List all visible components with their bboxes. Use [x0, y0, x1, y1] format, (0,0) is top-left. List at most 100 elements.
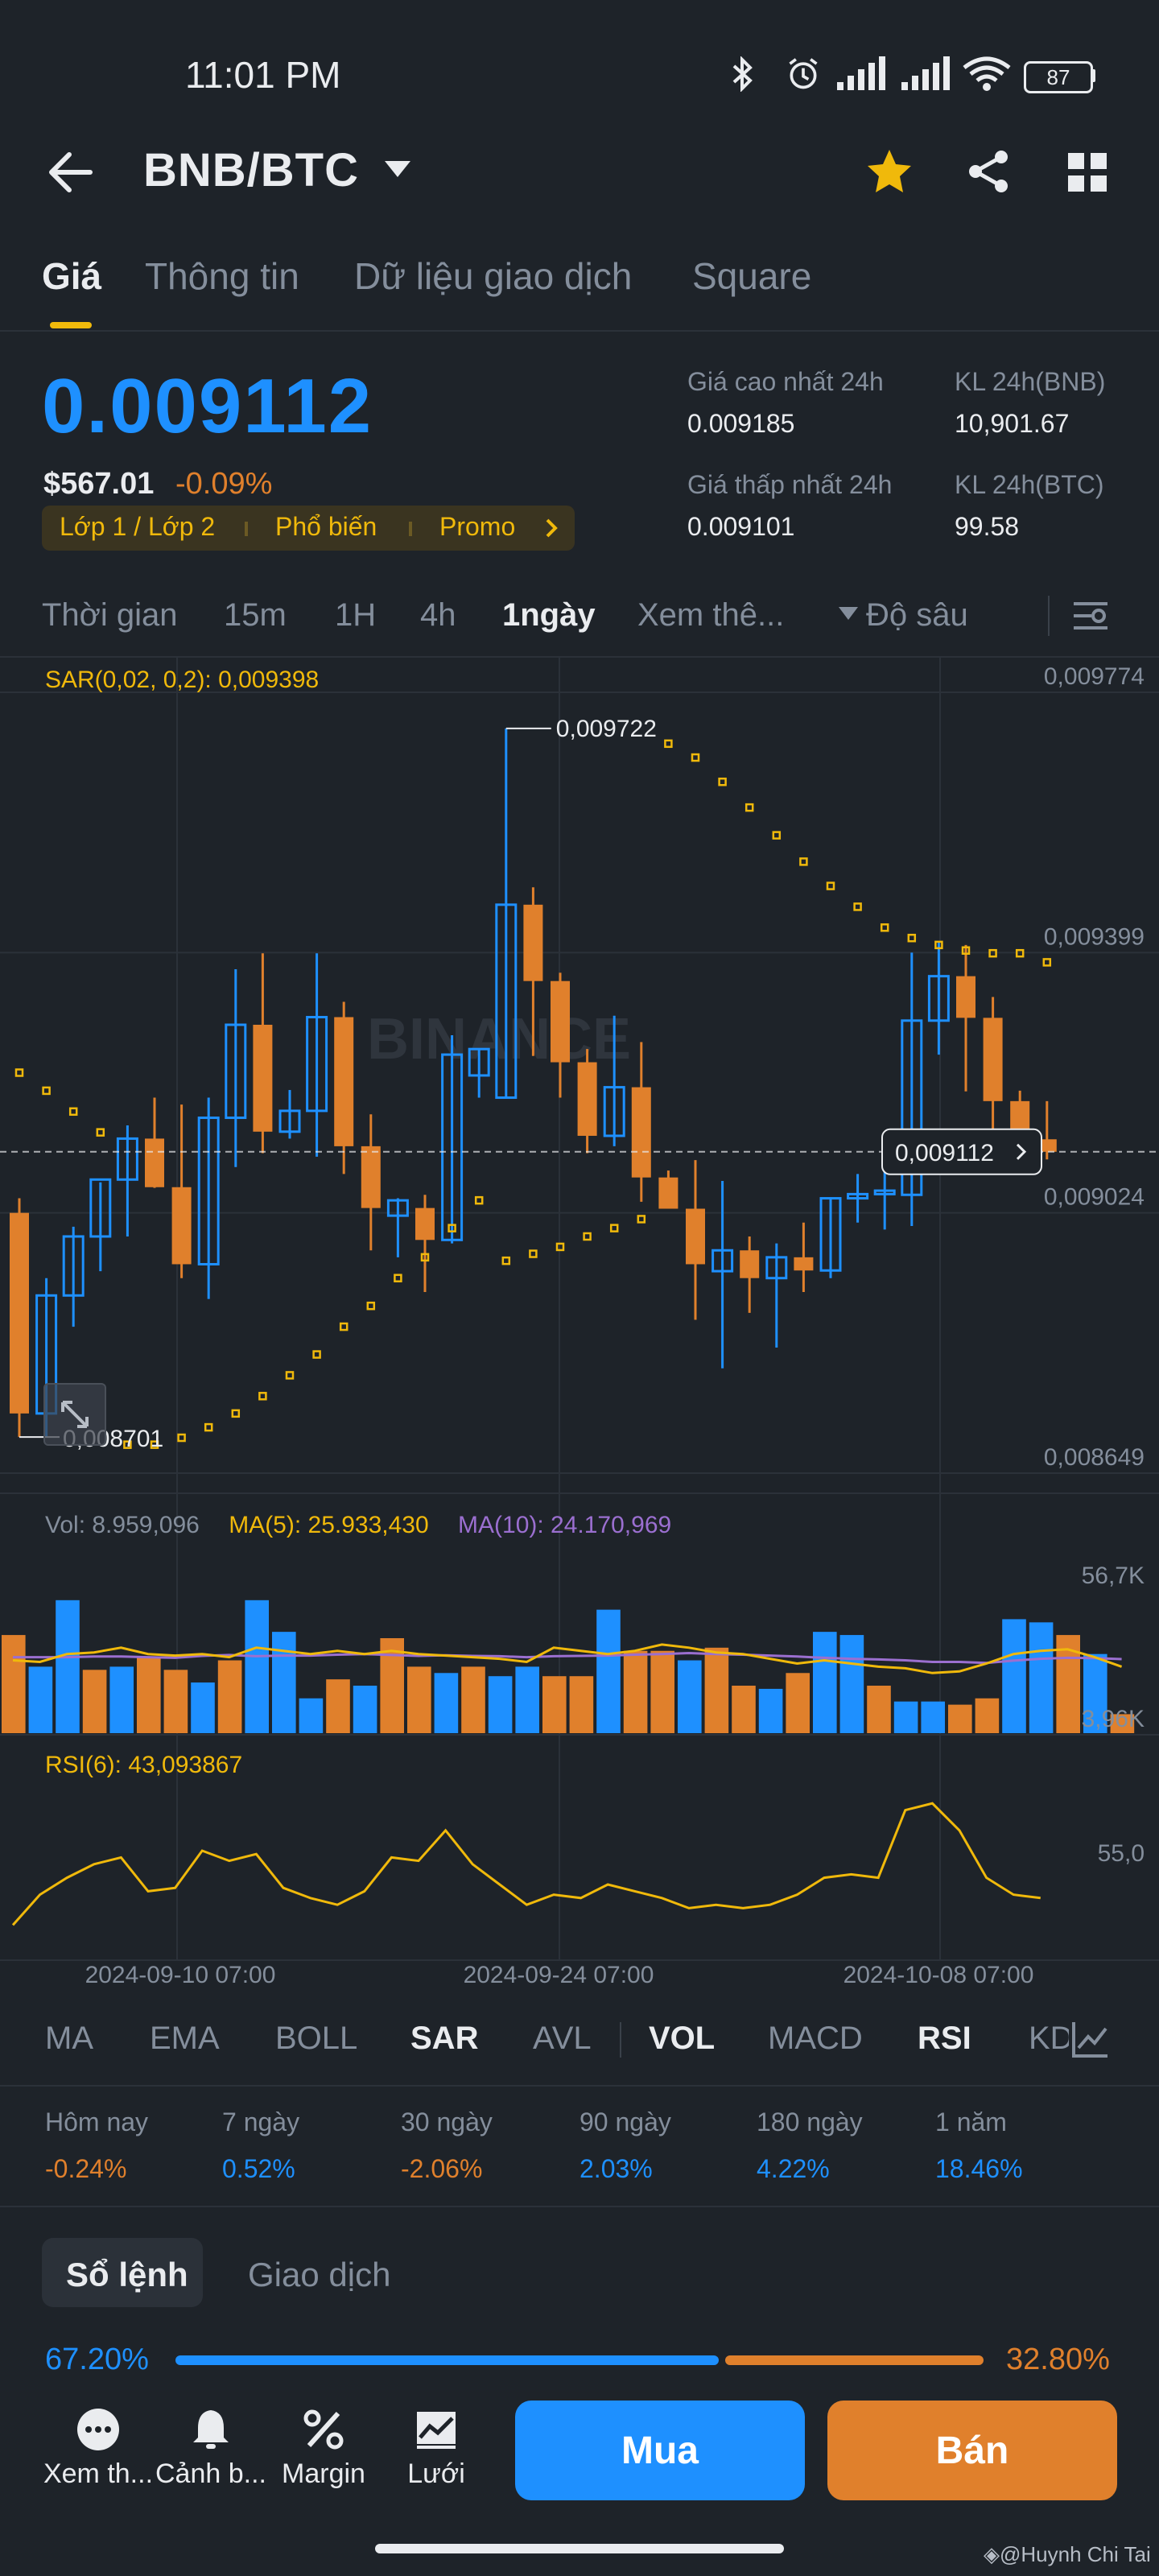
vol-btc-value: 99.58 [955, 512, 1020, 541]
rsi-indicator-label: RSI(6): 43,093867 [45, 1752, 243, 1778]
candle [658, 1170, 678, 1209]
ind-vol[interactable]: VOL [649, 2021, 715, 2057]
tf-15m[interactable]: 15m [224, 597, 287, 634]
volume-bar [272, 1632, 296, 1733]
vol-bnb-value: 10,901.67 [955, 409, 1070, 438]
grid-menu-icon[interactable] [1066, 151, 1108, 193]
perf-90d-value: 2.03% [580, 2154, 653, 2183]
volume-bar [353, 1686, 377, 1733]
candle [171, 1104, 192, 1278]
tag-promo[interactable]: Promo [439, 512, 515, 542]
indicator-settings-icon[interactable] [1070, 2019, 1111, 2059]
candle-body [361, 1146, 381, 1208]
tf-1day[interactable]: 1ngày [502, 597, 596, 634]
tab-active-indicator [50, 322, 92, 328]
volume-bar [839, 1635, 864, 1733]
sar-dot [258, 1392, 267, 1401]
tab-trades[interactable]: Giao dịch [248, 2256, 390, 2294]
candle [631, 1042, 651, 1202]
tag-popular[interactable]: Phổ biến [275, 512, 377, 542]
ind-rsi[interactable]: RSI [918, 2021, 971, 2057]
perf-today-value: -0.24% [45, 2154, 127, 2183]
sell-button[interactable]: Bán [827, 2401, 1117, 2500]
candle-body [171, 1187, 192, 1265]
volume-bar [434, 1673, 459, 1733]
ind-kd[interactable]: KD [1029, 2021, 1069, 2057]
tf-4h[interactable]: 4h [420, 597, 456, 634]
tf-time[interactable]: Thời gian [42, 597, 178, 634]
fullscreen-button[interactable] [43, 1383, 106, 1446]
action-grid[interactable]: Lưới [380, 2407, 493, 2490]
ind-ma[interactable]: MA [45, 2021, 93, 2057]
tf-more[interactable]: Xem thê... [637, 597, 784, 634]
chevron-right-icon[interactable] [544, 517, 559, 539]
chart-settings-icon[interactable] [1070, 596, 1111, 636]
action-alert[interactable]: Cảnh b... [155, 2407, 267, 2490]
tab-square[interactable]: Square [692, 254, 811, 298]
sar-dot [68, 1107, 78, 1117]
action-more[interactable]: Xem th... [42, 2407, 155, 2490]
ind-sar[interactable]: SAR [410, 2021, 478, 2057]
volume-bar [678, 1660, 702, 1733]
ind-avl[interactable]: AVL [533, 2021, 592, 2057]
candle-body [334, 1017, 354, 1146]
buy-button[interactable]: Mua [515, 2401, 805, 2500]
tf-1h[interactable]: 1H [335, 597, 376, 634]
vol-bnb-label: KL 24h(BNB) [955, 367, 1106, 396]
candle [253, 953, 273, 1154]
date-axis-label: 2024-09-10 07:00 [85, 1962, 276, 1988]
ma-lines [12, 1643, 1123, 1674]
candle [873, 1166, 896, 1230]
last-price: 0.009112 [42, 363, 373, 449]
volume-bar [326, 1679, 350, 1733]
perf-today-label: Hôm nay [45, 2107, 149, 2136]
price-chart[interactable]: BINANCE 0,009774 0,009399 0,009024 0,008649… [0, 656, 1159, 1992]
volume-bar [217, 1660, 242, 1733]
ind-boll[interactable]: BOLL [275, 2021, 357, 2057]
perf-90d-label: 90 ngày [580, 2107, 671, 2136]
tag-layer[interactable]: Lớp 1 / Lớp 2 [60, 512, 215, 542]
ind-ema[interactable]: EMA [150, 2021, 220, 2057]
status-time: 11:01 PM [185, 54, 341, 96]
perf-180d-value: 4.22% [757, 2154, 830, 2183]
sar-dot [177, 1433, 186, 1443]
volume-bar [163, 1670, 188, 1733]
sar-dot [231, 1409, 241, 1418]
candles [10, 728, 1057, 1439]
favorite-star-icon[interactable] [865, 147, 914, 196]
candle [62, 1226, 85, 1327]
signal-icon-1 [837, 56, 885, 90]
home-indicator[interactable] [375, 2544, 784, 2553]
action-margin[interactable]: Margin [267, 2407, 380, 2490]
date-axis-label: 2024-09-24 07:00 [464, 1962, 654, 1988]
high-24h-label: Giá cao nhất 24h [687, 367, 884, 396]
tab-price[interactable]: Giá [42, 254, 101, 298]
expand-icon [61, 1401, 89, 1428]
candle-body [145, 1138, 164, 1187]
candle-body [551, 980, 570, 1063]
pair-title[interactable]: BNB/BTC [143, 143, 359, 197]
back-arrow-icon[interactable] [47, 150, 95, 195]
axis-labels: 0,009774 0,009399 0,009024 0,008649 56,7K 3,9… [19, 663, 1145, 1988]
tab-orderbook[interactable]: Sổ lệnh [66, 2256, 188, 2294]
sar-dot [366, 1301, 376, 1311]
tab-trading-data[interactable]: Dữ liệu giao dịch [354, 254, 632, 298]
max-marker-label: 0,009722 [556, 716, 657, 742]
ind-macd[interactable]: MACD [768, 2021, 863, 2057]
caret-down-icon[interactable] [837, 605, 860, 621]
sar-dot [285, 1371, 295, 1380]
orderbook-buy-pct: 67.20% [45, 2343, 149, 2376]
action-alert-label: Cảnh b... [155, 2458, 266, 2489]
chevron-down-icon[interactable] [383, 159, 412, 179]
price-change: -0.09% [175, 467, 273, 501]
share-icon[interactable] [966, 149, 1011, 194]
volume-bar [461, 1666, 485, 1733]
vol-btc-label: KL 24h(BTC) [955, 470, 1104, 499]
orderbook-sell-pct: 32.80% [1006, 2343, 1110, 2376]
low-24h-value: 0.009101 [687, 512, 795, 541]
volume-bar [28, 1666, 53, 1733]
candle [306, 953, 328, 1157]
tab-info[interactable]: Thông tin [145, 254, 299, 298]
grid-bot-icon [417, 2412, 456, 2449]
tf-depth[interactable]: Độ sâu [866, 597, 968, 634]
